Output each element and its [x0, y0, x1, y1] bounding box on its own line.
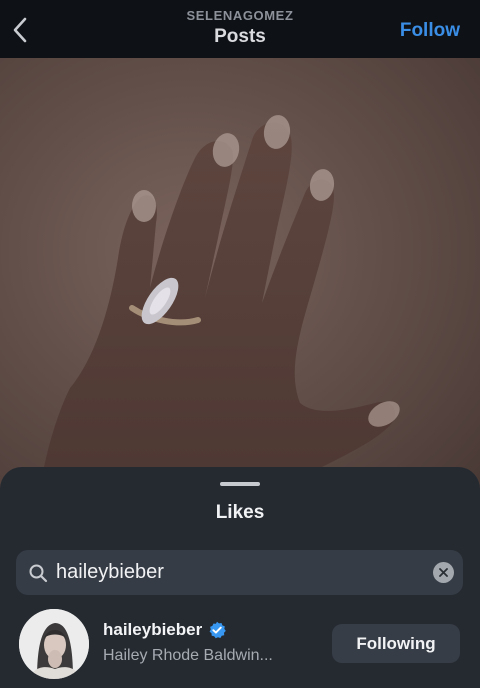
search-input[interactable]: [56, 550, 426, 595]
avatar-photo: [19, 609, 89, 679]
verified-badge-icon: [209, 621, 227, 639]
clear-search-button[interactable]: [433, 562, 454, 583]
follow-button[interactable]: Follow: [400, 19, 460, 43]
username-line: haileybieber: [103, 620, 227, 640]
close-icon: [439, 568, 448, 577]
search-icon: [29, 564, 48, 583]
post-image[interactable]: [0, 58, 480, 488]
top-bar: SELENAGOMEZ Posts Follow: [0, 0, 480, 58]
full-name: Hailey Rhode Baldwin...: [103, 647, 273, 664]
likes-sheet: Likes haileybieber haileybieber Hailey R…: [0, 467, 480, 688]
avatar[interactable]: [19, 609, 89, 679]
following-button[interactable]: Following: [332, 624, 460, 663]
username[interactable]: haileybieber: [103, 620, 202, 640]
sheet-title: Likes: [215, 502, 265, 523]
sheet-grabber[interactable]: [220, 482, 260, 486]
search-bar[interactable]: [16, 550, 463, 595]
list-item[interactable]: haileybieber Hailey Rhode Baldwin... Fol…: [0, 608, 480, 688]
hand-ring-photo: [0, 58, 480, 488]
